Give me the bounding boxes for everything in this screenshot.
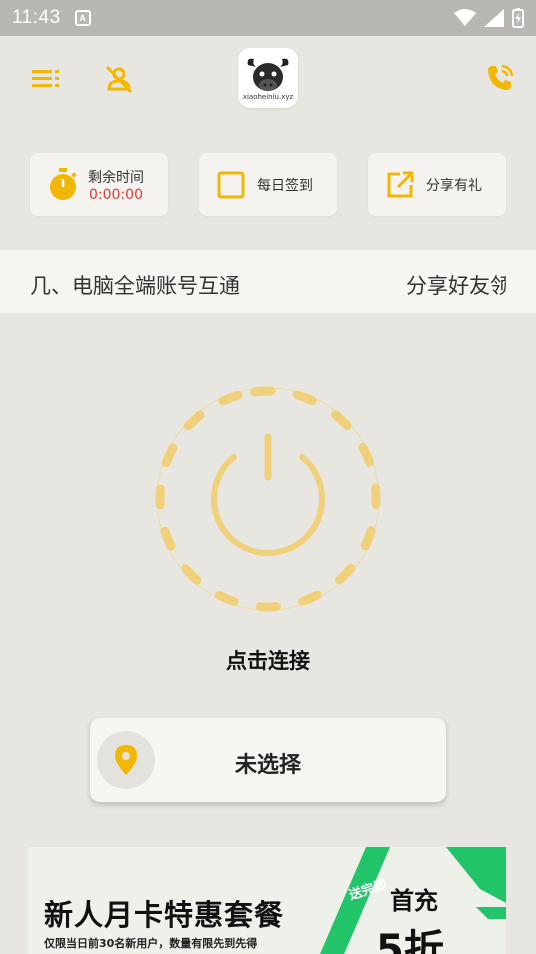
marquee-text-1: 几、电脑全端账号互通 xyxy=(30,274,240,298)
user-button[interactable] xyxy=(102,62,136,96)
announcement-marquee: 几、电脑全端账号互通 分享好友领 xyxy=(0,250,536,313)
remaining-time-label: 剩余时间 xyxy=(88,169,144,186)
marquee-text-2: 分享好友领 xyxy=(406,274,506,298)
quick-actions: 剩余时间 0:00:00 每日签到 分享有礼 xyxy=(0,153,536,216)
banner-first-charge: 首充 xyxy=(390,887,438,915)
banner-subtitle: 仅限当日前30名新用户，数量有限先到先得 xyxy=(44,937,258,950)
status-time: 11:43 xyxy=(12,7,61,28)
daily-checkin-card[interactable]: 每日签到 xyxy=(199,153,337,216)
wifi-icon xyxy=(454,9,476,26)
power-icon xyxy=(155,386,381,612)
status-bar: 11:43 A xyxy=(0,0,536,36)
connect-label: 点击连接 xyxy=(226,649,310,673)
signal-icon xyxy=(484,9,504,27)
bull-logo-icon xyxy=(247,58,289,91)
person-off-icon xyxy=(105,65,133,94)
status-icons xyxy=(454,8,524,28)
location-selector[interactable]: 未选择 xyxy=(90,718,446,802)
remaining-time-card[interactable]: 剩余时间 0:00:00 xyxy=(30,153,168,216)
daily-checkin-label: 每日签到 xyxy=(257,177,313,194)
remaining-time-value: 0:00:00 xyxy=(89,186,143,203)
phone-call-icon xyxy=(488,64,514,90)
top-bar: xiaoheiniu.xyz xyxy=(0,36,536,124)
banner-discount: 5折 xyxy=(376,927,444,954)
contact-button[interactable] xyxy=(482,60,518,96)
share-reward-label: 分享有礼 xyxy=(426,177,482,194)
stopwatch-icon xyxy=(50,167,77,200)
notification-icon: A xyxy=(74,10,91,26)
share-edit-icon xyxy=(387,171,414,197)
menu-icon xyxy=(32,70,59,87)
battery-icon xyxy=(512,8,524,28)
connect-button[interactable] xyxy=(154,385,382,613)
banner-title: 新人月卡特惠套餐 xyxy=(44,898,285,932)
logo-text: xiaoheiniu.xyz xyxy=(242,93,294,101)
location-label: 未选择 xyxy=(234,753,301,778)
app-logo: xiaoheiniu.xyz xyxy=(238,48,298,108)
promo-banner[interactable]: 送完即 新人月卡特惠套餐 仅限当日前30名新用户，数量有限先到先得 首充 5折 xyxy=(28,847,506,954)
share-reward-card[interactable]: 分享有礼 xyxy=(368,153,506,216)
checkbox-icon xyxy=(217,171,245,198)
menu-button[interactable] xyxy=(30,64,64,92)
